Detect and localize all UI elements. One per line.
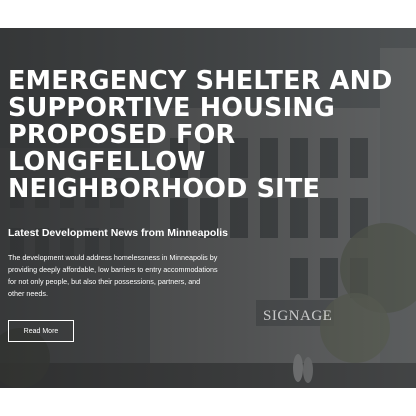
hero-banner: SIGNAGE EMERGENCY SHELTER AND SUPPORTIVE… [0, 28, 416, 388]
hero-description: The development would address homelessne… [8, 253, 218, 298]
page-title: EMERGENCY SHELTER AND SUPPORTIVE HOUSING… [8, 66, 393, 204]
read-more-button[interactable]: Read More [8, 320, 74, 342]
building-sign: SIGNAGE [263, 308, 333, 324]
hero-subtitle: Latest Development News from Minneapolis [8, 227, 228, 239]
hero-content: EMERGENCY SHELTER AND SUPPORTIVE HOUSING… [8, 68, 408, 300]
